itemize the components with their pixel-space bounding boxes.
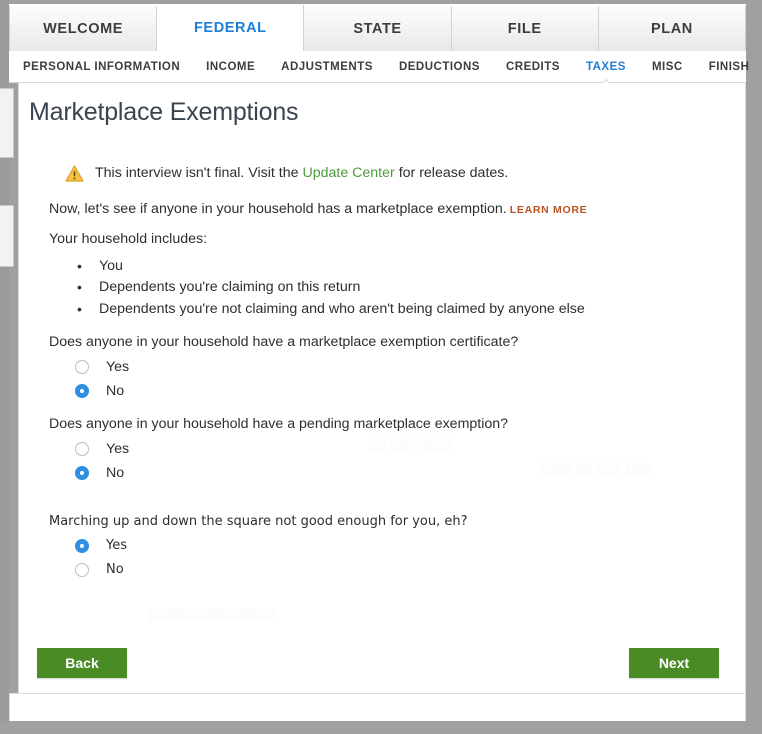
subnav-misc-label: MISC: [652, 61, 683, 73]
update-center-link[interactable]: Update Center: [302, 165, 394, 181]
tab-state[interactable]: STATE: [304, 6, 451, 52]
interview-status-alert: This interview isn't final. Visit the Up…: [47, 164, 735, 182]
household-lead-in: Your household includes:: [47, 231, 735, 247]
secondary-nav: PERSONAL INFORMATION INCOME ADJUSTMENTS …: [9, 51, 746, 83]
subnav-taxes-label: TAXES: [586, 61, 626, 73]
scroll-edge-block-2[interactable]: [0, 205, 14, 267]
warning-triangle-icon: [65, 165, 84, 182]
subnav-credits-label: CREDITS: [506, 61, 560, 73]
subnav-item-taxes[interactable]: TAXES: [586, 61, 626, 73]
subnav-adjustments-label: ADJUSTMENTS: [281, 61, 373, 73]
subnav-item-misc[interactable]: MISC: [652, 61, 683, 73]
question-1-option-yes[interactable]: Yes: [75, 355, 735, 379]
list-item: You: [99, 256, 735, 278]
question-2-option-yes[interactable]: Yes: [75, 437, 735, 461]
subnav-deductions-label: DEDUCTIONS: [399, 61, 480, 73]
footer-actions: Back Next: [19, 648, 745, 693]
subnav-finish-label: FINISH: [709, 61, 750, 73]
subnav-income-label: INCOME: [206, 61, 255, 73]
intro-text: Now, let's see if anyone in your househo…: [49, 201, 507, 217]
question-1-option-no-label: No: [106, 383, 124, 399]
tab-file[interactable]: FILE: [452, 6, 599, 52]
list-item: Dependents you're not claiming and who a…: [99, 299, 735, 321]
question-3-text: Marching up and down the square not good…: [47, 514, 735, 529]
question-3-option-yes[interactable]: Yes: [75, 534, 735, 558]
radio-icon[interactable]: [75, 384, 89, 398]
radio-icon[interactable]: [75, 360, 89, 374]
intro-paragraph: Now, let's see if anyone in your househo…: [47, 200, 735, 218]
question-1-option-yes-label: Yes: [106, 359, 129, 375]
window-bottom-chrome: [0, 721, 762, 734]
question-3-option-no[interactable]: No: [75, 558, 735, 582]
tab-welcome-label: WELCOME: [43, 21, 123, 37]
question-1-option-no[interactable]: No: [75, 379, 735, 403]
back-button[interactable]: Back: [37, 648, 127, 678]
subnav-item-credits[interactable]: CREDITS: [506, 61, 560, 73]
question-2-option-no[interactable]: No: [75, 461, 735, 485]
radio-icon[interactable]: [75, 466, 89, 480]
question-3-options: Yes No: [47, 534, 735, 582]
tab-plan-label: PLAN: [651, 21, 693, 37]
question-2-text: Does anyone in your household have a pen…: [47, 416, 735, 432]
question-1-options: Yes No: [47, 355, 735, 403]
question-2-option-yes-label: Yes: [106, 441, 129, 457]
tab-federal[interactable]: FEDERAL: [157, 5, 304, 52]
list-item: Dependents you're claiming on this retur…: [99, 277, 735, 299]
primary-tab-bar: WELCOME FEDERAL STATE FILE PLAN: [9, 4, 746, 52]
alert-text-after: for release dates.: [395, 165, 509, 181]
learn-more-link[interactable]: LEARN MORE: [510, 204, 588, 216]
subnav-item-personal-information[interactable]: PERSONAL INFORMATION: [23, 61, 180, 73]
subnav-personal-information-label: PERSONAL INFORMATION: [23, 61, 180, 73]
window-right-chrome: [746, 0, 762, 734]
app-window: WELCOME FEDERAL STATE FILE PLAN PERSONAL…: [0, 0, 762, 734]
tab-welcome[interactable]: WELCOME: [9, 6, 157, 52]
tab-state-label: STATE: [353, 21, 401, 37]
radio-icon[interactable]: [75, 442, 89, 456]
ghost-artifact-3: ░░░░░░░░░░░░░░░: [149, 608, 276, 621]
scroll-edge-block-1[interactable]: [0, 88, 14, 158]
question-2-option-no-label: No: [106, 465, 124, 481]
radio-icon[interactable]: [75, 539, 89, 553]
tab-federal-label: FEDERAL: [194, 20, 267, 36]
lower-white-strip: [9, 693, 746, 721]
radio-icon[interactable]: [75, 563, 89, 577]
subnav-item-income[interactable]: INCOME: [206, 61, 255, 73]
tab-plan[interactable]: PLAN: [599, 6, 746, 52]
content-body: This interview isn't final. Visit the Up…: [19, 164, 745, 582]
tab-file-label: FILE: [508, 21, 542, 37]
question-1-text: Does anyone in your household have a mar…: [47, 334, 735, 350]
question-2-options: Yes No: [47, 437, 735, 485]
alert-text-before: This interview isn't final. Visit the: [95, 165, 302, 181]
page-title: Marketplace Exemptions: [19, 83, 745, 127]
subnav-item-adjustments[interactable]: ADJUSTMENTS: [281, 61, 373, 73]
household-list: You Dependents you're claiming on this r…: [47, 256, 735, 321]
next-button[interactable]: Next: [629, 648, 719, 678]
main-content-panel: ░░ ░░░ ░░░░ ░░░░ ░░ ░░░ ░░░ ░░░░░░░░░░░░…: [18, 83, 746, 693]
subnav-item-deductions[interactable]: DEDUCTIONS: [399, 61, 480, 73]
subnav-item-finish[interactable]: FINISH: [709, 61, 750, 73]
question-3-option-no-label: No: [106, 562, 124, 577]
alert-text: This interview isn't final. Visit the Up…: [95, 164, 508, 182]
question-3-option-yes-label: Yes: [106, 538, 127, 553]
